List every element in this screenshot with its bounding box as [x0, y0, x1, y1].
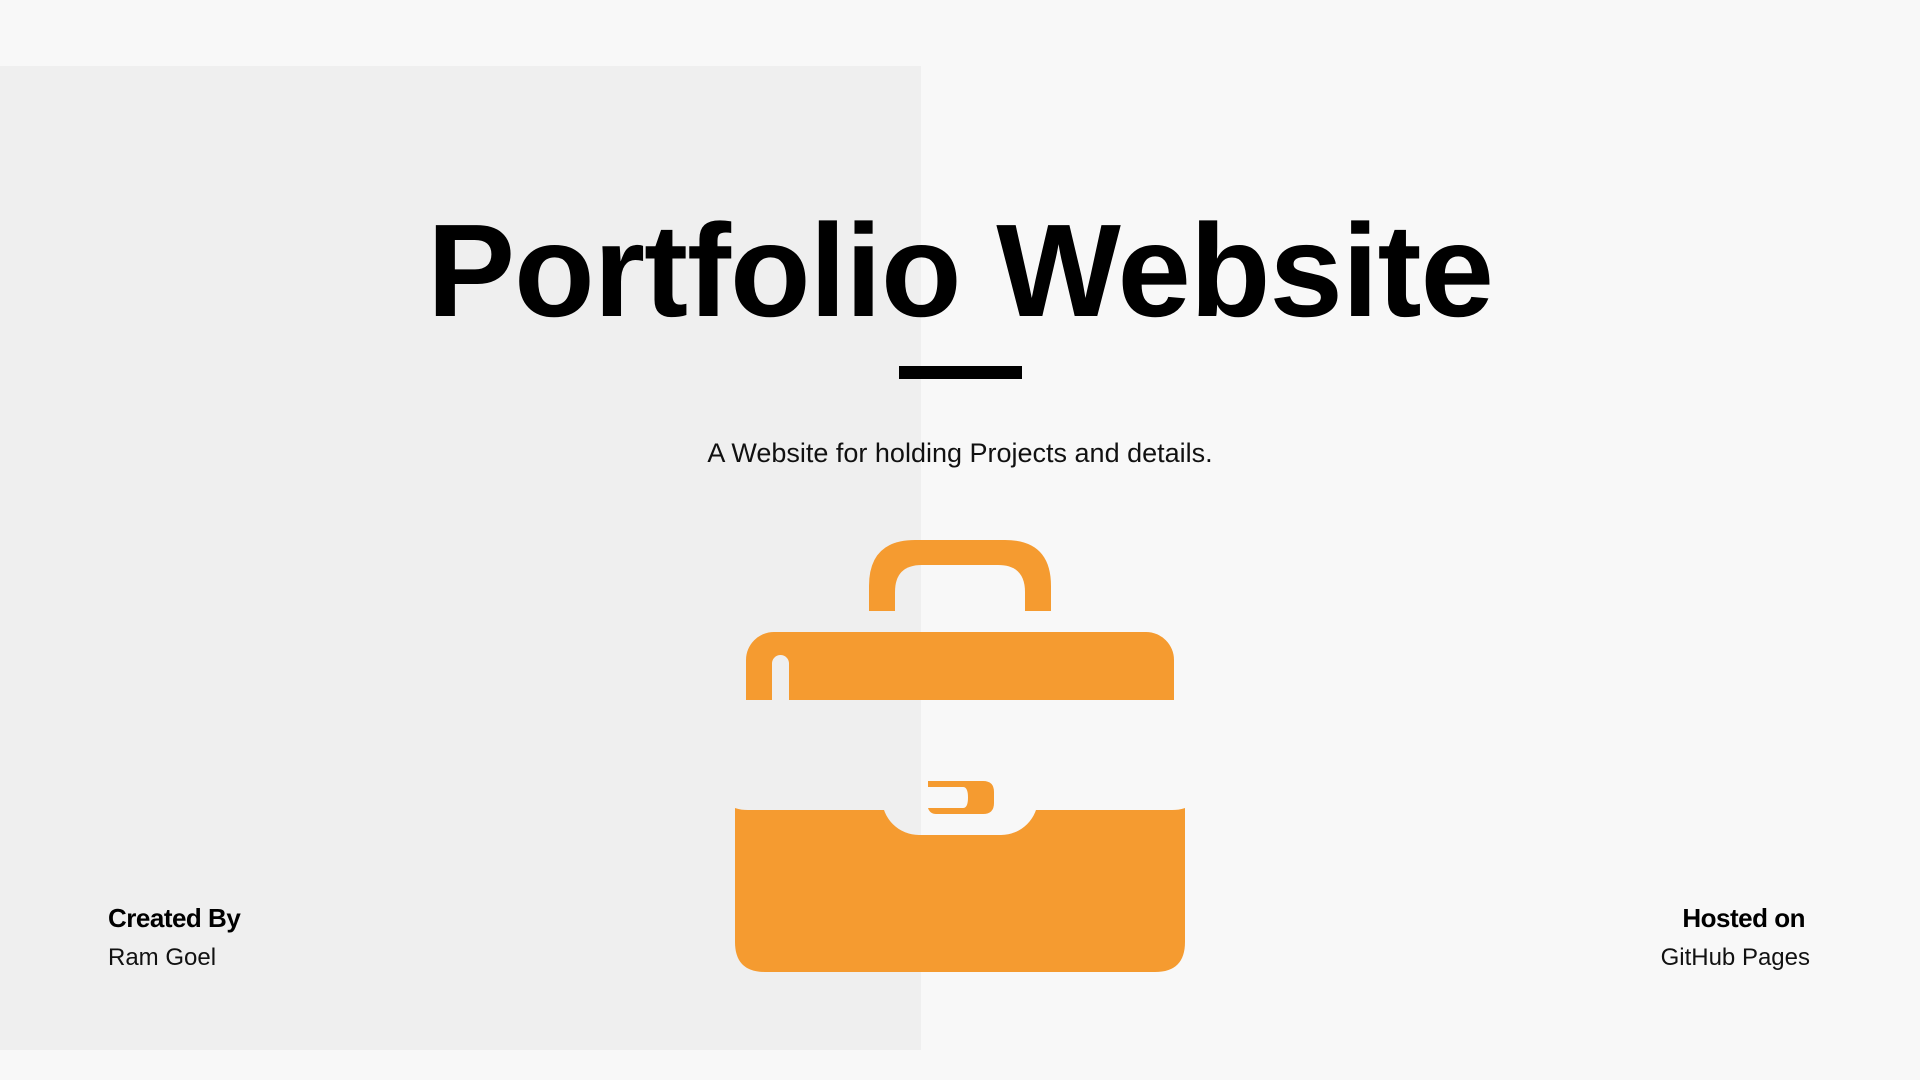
created-by-value: Ram Goel — [108, 944, 217, 971]
hosted-on-heading: Hosted on — [1682, 903, 1805, 933]
created-by-heading: Created By — [108, 903, 241, 933]
briefcase-handle — [869, 540, 1051, 611]
briefcase-icon — [735, 540, 1185, 972]
briefcase-lower-body — [735, 760, 1185, 972]
hosted-on-value: GitHub Pages — [1660, 944, 1810, 971]
